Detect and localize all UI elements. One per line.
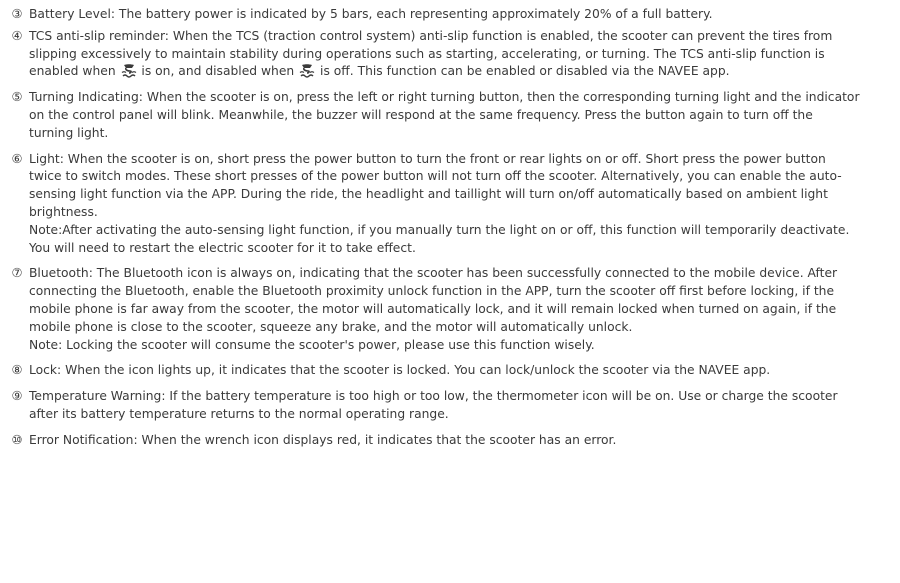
item-number: ⑧ <box>11 363 23 378</box>
list-item-battery-level: ③ Battery Level: The battery power is in… <box>10 6 860 24</box>
tcs-icon <box>121 63 137 79</box>
list-item-bluetooth: ⑦ Bluetooth: The Bluetooth icon is alway… <box>10 265 860 354</box>
item-text: Bluetooth: The Bluetooth icon is always … <box>29 266 838 334</box>
item-note: Note:After activating the auto-sensing l… <box>29 222 850 255</box>
list-item-temperature-warning: ⑨ Temperature Warning: If the battery te… <box>10 388 860 424</box>
item-text: Temperature Warning: If the battery temp… <box>29 389 838 421</box>
manual-page: ③ Battery Level: The battery power is in… <box>0 0 900 450</box>
item-text: Light: When the scooter is on, short pre… <box>29 151 842 219</box>
list-item-error-notification: ⑩ Error Notification: When the wrench ic… <box>10 432 860 450</box>
item-number: ⑨ <box>11 389 23 404</box>
item-text: Lock: When the icon lights up, it indica… <box>29 363 771 378</box>
item-note: Note: Locking the scooter will consume t… <box>29 337 595 352</box>
tcs-icon <box>299 63 315 79</box>
item-text: Battery Level: The battery power is indi… <box>29 7 713 21</box>
item-number: ⑥ <box>11 151 23 166</box>
item-number: ④ <box>11 28 23 43</box>
item-number: ③ <box>11 7 23 21</box>
item-number: ⑤ <box>11 90 23 105</box>
item-text: Turning Indicating: When the scooter is … <box>29 90 860 140</box>
list-item-tcs: ④ TCS anti-slip reminder: When the TCS (… <box>10 28 860 81</box>
item-number: ⑩ <box>11 432 23 447</box>
list-item-turning-indicating: ⑤ Turning Indicating: When the scooter i… <box>10 89 860 142</box>
item-text: Error Notification: When the wrench icon… <box>29 432 617 447</box>
item-number: ⑦ <box>11 266 23 281</box>
list-item-lock: ⑧ Lock: When the icon lights up, it indi… <box>10 362 860 380</box>
item-text: TCS anti-slip reminder: When the TCS (tr… <box>29 28 833 79</box>
list-item-light: ⑥ Light: When the scooter is on, short p… <box>10 151 860 258</box>
